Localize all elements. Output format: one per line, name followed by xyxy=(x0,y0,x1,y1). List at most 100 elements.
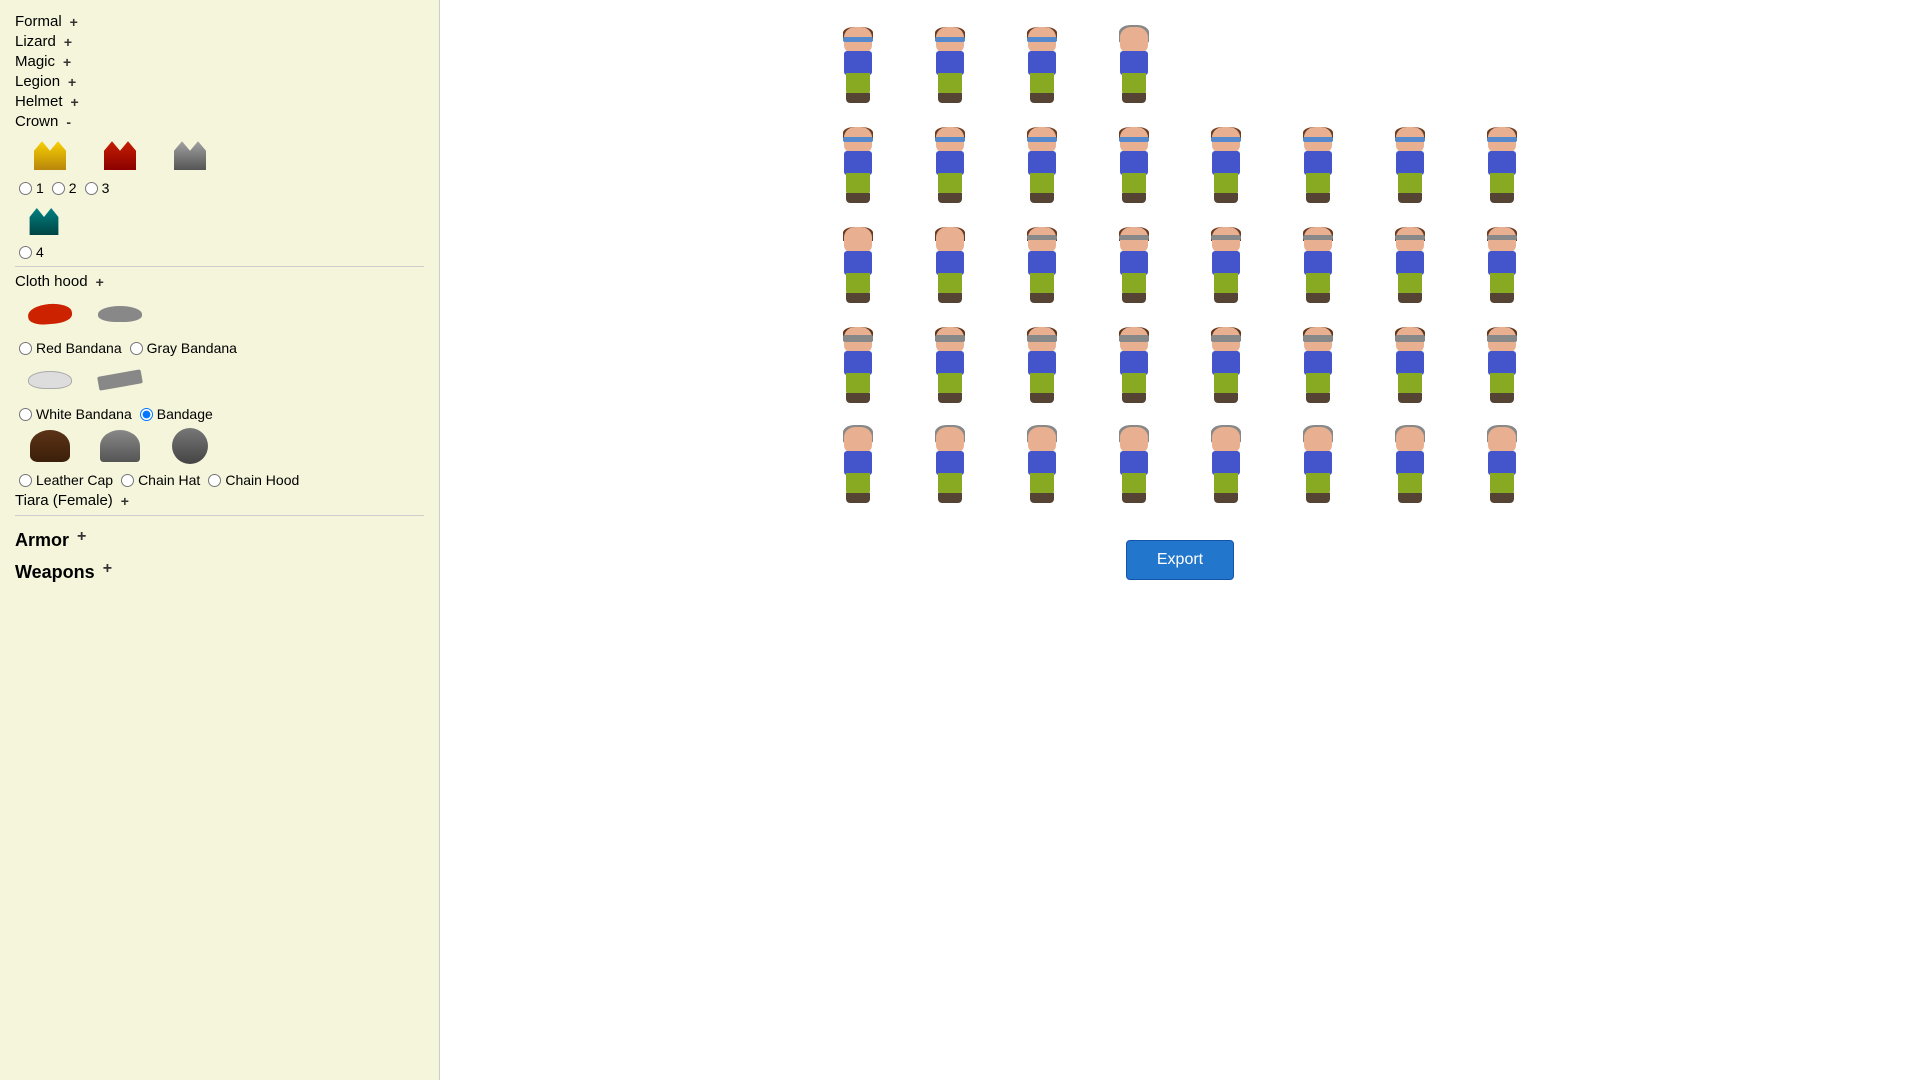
sprite-body xyxy=(1120,251,1148,275)
sprite-headband xyxy=(1395,235,1425,240)
sprite-boots xyxy=(1214,393,1238,403)
sprite-char xyxy=(1108,127,1160,203)
sprite-char xyxy=(1200,327,1252,403)
sprite-legs xyxy=(1214,173,1238,195)
sprite-headband xyxy=(1027,37,1057,42)
chain-hood-img xyxy=(165,426,215,466)
red-bandana-radio-label[interactable]: Red Bandana xyxy=(19,340,122,356)
sprite-boots xyxy=(1214,493,1238,503)
sprite-cell-3-5 xyxy=(1186,220,1266,310)
sprite-char xyxy=(1292,427,1344,503)
sprite-cell-4-5 xyxy=(1186,320,1266,410)
sprite-row-4 xyxy=(818,320,1542,410)
sprite-body xyxy=(1304,151,1332,175)
chain-hat-radio-label[interactable]: Chain Hat xyxy=(121,472,200,488)
sprite-char xyxy=(1200,427,1252,503)
sprite-legs xyxy=(938,173,962,195)
sprite-cell-5-3 xyxy=(1002,420,1082,510)
crown-minus-btn[interactable]: - xyxy=(64,114,73,130)
sprite-legs xyxy=(846,373,870,395)
sprite-boots xyxy=(938,193,962,203)
sprite-legs xyxy=(1030,373,1054,395)
sprite-cell-4-4 xyxy=(1094,320,1174,410)
weapons-plus-btn[interactable]: + xyxy=(101,560,114,578)
leather-cap-radio-label[interactable]: Leather Cap xyxy=(19,472,113,488)
sprite-legs xyxy=(1122,373,1146,395)
legion-plus-btn[interactable]: + xyxy=(66,74,78,90)
gray-bandana-radio-label[interactable]: Gray Bandana xyxy=(130,340,237,356)
sprite-headband xyxy=(1487,335,1517,342)
bandage-radio-label[interactable]: Bandage xyxy=(140,406,213,422)
helmet-plus-btn[interactable]: + xyxy=(69,94,81,110)
cloth-hood-label: Cloth hood xyxy=(15,273,88,290)
sprite-legs xyxy=(938,273,962,295)
sprite-legs xyxy=(1490,173,1514,195)
bandana-images-row xyxy=(25,294,424,334)
sprite-char xyxy=(832,327,884,403)
sprite-char xyxy=(832,227,884,303)
sprite-cell-3-8 xyxy=(1462,220,1542,310)
crown-radio-1-label[interactable]: 1 xyxy=(19,180,44,196)
crown-radio-3[interactable] xyxy=(85,182,98,195)
sprite-headband xyxy=(935,335,965,342)
category-legion: Legion + xyxy=(15,73,424,90)
sprite-cell-2-2 xyxy=(910,120,990,210)
sprite-body xyxy=(844,251,872,275)
sprite-cell-4-8 xyxy=(1462,320,1542,410)
sprite-char xyxy=(1384,327,1436,403)
sprite-headband xyxy=(1027,335,1057,342)
bandage-radio[interactable] xyxy=(140,408,153,421)
magic-plus-btn[interactable]: + xyxy=(61,54,73,70)
leather-cap-radio[interactable] xyxy=(19,474,32,487)
sprite-head xyxy=(1120,427,1148,453)
sprite-boots xyxy=(1398,393,1422,403)
sprite-headband xyxy=(1211,335,1241,342)
sprite-char xyxy=(1476,127,1528,203)
chain-hood-radio[interactable] xyxy=(208,474,221,487)
sprite-body xyxy=(1028,51,1056,75)
sprite-headband xyxy=(1303,335,1333,342)
crown-radio-3-label[interactable]: 3 xyxy=(85,180,110,196)
export-button[interactable]: Export xyxy=(1126,540,1234,580)
sprite-body xyxy=(1028,351,1056,375)
sprite-legs xyxy=(1214,273,1238,295)
crown-radio-4-label[interactable]: 4 xyxy=(19,244,44,260)
chain-hood-radio-label[interactable]: Chain Hood xyxy=(208,472,299,488)
chain-hat-radio[interactable] xyxy=(121,474,134,487)
sprite-boots xyxy=(1030,393,1054,403)
crown-radio-2-label[interactable]: 2 xyxy=(52,180,77,196)
sprite-headband xyxy=(1487,235,1517,240)
sprite-char xyxy=(1108,327,1160,403)
lizard-plus-btn[interactable]: + xyxy=(62,34,74,50)
sprite-boots xyxy=(1490,293,1514,303)
formal-plus-btn[interactable]: + xyxy=(68,14,80,30)
gray-bandana-radio[interactable] xyxy=(130,342,143,355)
sprite-boots xyxy=(1030,193,1054,203)
sprite-body xyxy=(1304,351,1332,375)
sprite-cell-5-5 xyxy=(1186,420,1266,510)
sprite-char xyxy=(1016,327,1068,403)
sprite-legs xyxy=(1398,473,1422,495)
crown-radio-4[interactable] xyxy=(19,246,32,259)
sprite-legs xyxy=(938,473,962,495)
sprite-cell-5-4 xyxy=(1094,420,1174,510)
red-bandana-radio[interactable] xyxy=(19,342,32,355)
white-bandana-radio[interactable] xyxy=(19,408,32,421)
sprite-body xyxy=(1488,151,1516,175)
armor-plus-btn[interactable]: + xyxy=(75,528,88,546)
sprite-cell-2-4 xyxy=(1094,120,1174,210)
sprite-body xyxy=(1212,151,1240,175)
sprite-legs xyxy=(1122,73,1146,95)
sprite-head xyxy=(1396,427,1424,453)
sprite-boots xyxy=(1490,493,1514,503)
sprite-boots xyxy=(846,293,870,303)
tiara-plus-btn[interactable]: + xyxy=(119,493,131,509)
cloth-hood-plus-btn[interactable]: + xyxy=(94,274,106,290)
sprite-body xyxy=(1120,151,1148,175)
sprite-headband xyxy=(935,37,965,42)
white-bandana-radio-label[interactable]: White Bandana xyxy=(19,406,132,422)
crown-radio-2[interactable] xyxy=(52,182,65,195)
crown-radio-1[interactable] xyxy=(19,182,32,195)
sprite-boots xyxy=(1490,393,1514,403)
sprite-cell-3-2 xyxy=(910,220,990,310)
